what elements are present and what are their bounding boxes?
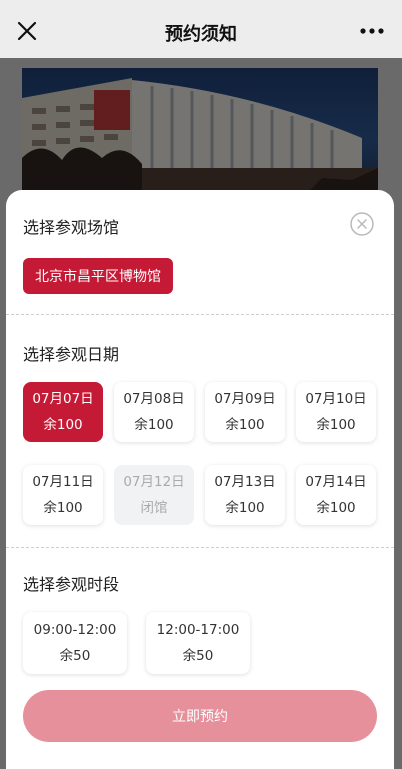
time-slot-range: 12:00-17:00 (156, 622, 240, 638)
date-chip-closed: 07月12日 闭馆 (114, 465, 194, 525)
time-slot-option[interactable]: 12:00-17:00 余50 (146, 612, 250, 674)
date-chip[interactable]: 07月08日 余100 (114, 382, 194, 442)
time-slot-quota: 余50 (182, 648, 214, 664)
date-chip[interactable]: 07月13日 余100 (205, 465, 285, 525)
date-chip-date: 07月07日 (32, 391, 94, 407)
more-options-icon[interactable] (360, 28, 384, 34)
date-chip-quota: 余100 (225, 417, 265, 433)
museum-building-image (22, 68, 378, 198)
booking-sheet: 选择参观场馆 北京市昌平区博物馆 选择参观日期 07月07日 余100 07月0… (6, 190, 394, 769)
time-slot-option[interactable]: 09:00-12:00 余50 (23, 612, 127, 674)
date-chip[interactable]: 07月14日 余100 (296, 465, 376, 525)
date-chip-quota: 余100 (316, 417, 356, 433)
close-sheet-icon[interactable] (350, 212, 374, 236)
date-chip-quota: 余100 (43, 500, 83, 516)
date-chip-date: 07月09日 (214, 391, 276, 407)
section-divider (6, 547, 394, 548)
date-chip-quota: 闭馆 (140, 500, 168, 516)
date-chip-date: 07月08日 (123, 391, 185, 407)
date-chip-quota: 余100 (316, 500, 356, 516)
date-chip-date: 07月11日 (32, 474, 94, 490)
date-chip[interactable]: 07月07日 余100 (23, 382, 103, 442)
date-chip-quota: 余100 (225, 500, 265, 516)
date-chip-date: 07月10日 (305, 391, 367, 407)
navigation-bar: 预约须知 (0, 0, 402, 58)
venue-section-title: 选择参观场馆 (23, 218, 120, 237)
date-chip[interactable]: 07月10日 余100 (296, 382, 376, 442)
date-section-title: 选择参观日期 (23, 345, 120, 364)
date-chip[interactable]: 07月09日 余100 (205, 382, 285, 442)
book-now-button[interactable]: 立即预约 (23, 690, 377, 742)
date-chip[interactable]: 07月11日 余100 (23, 465, 103, 525)
time-section-title: 选择参观时段 (23, 575, 120, 594)
section-divider (6, 314, 394, 315)
date-chip-date: 07月14日 (305, 474, 367, 490)
time-slot-range: 09:00-12:00 (33, 622, 117, 638)
date-chip-date: 07月13日 (214, 474, 276, 490)
time-slot-quota: 余50 (59, 648, 91, 664)
venue-option-button[interactable]: 北京市昌平区博物馆 (23, 258, 173, 294)
date-chip-quota: 余100 (43, 417, 83, 433)
date-chip-date: 07月12日 (123, 474, 185, 490)
date-chip-quota: 余100 (134, 417, 174, 433)
page-title: 预约须知 (165, 24, 237, 45)
museum-photo (22, 68, 378, 198)
